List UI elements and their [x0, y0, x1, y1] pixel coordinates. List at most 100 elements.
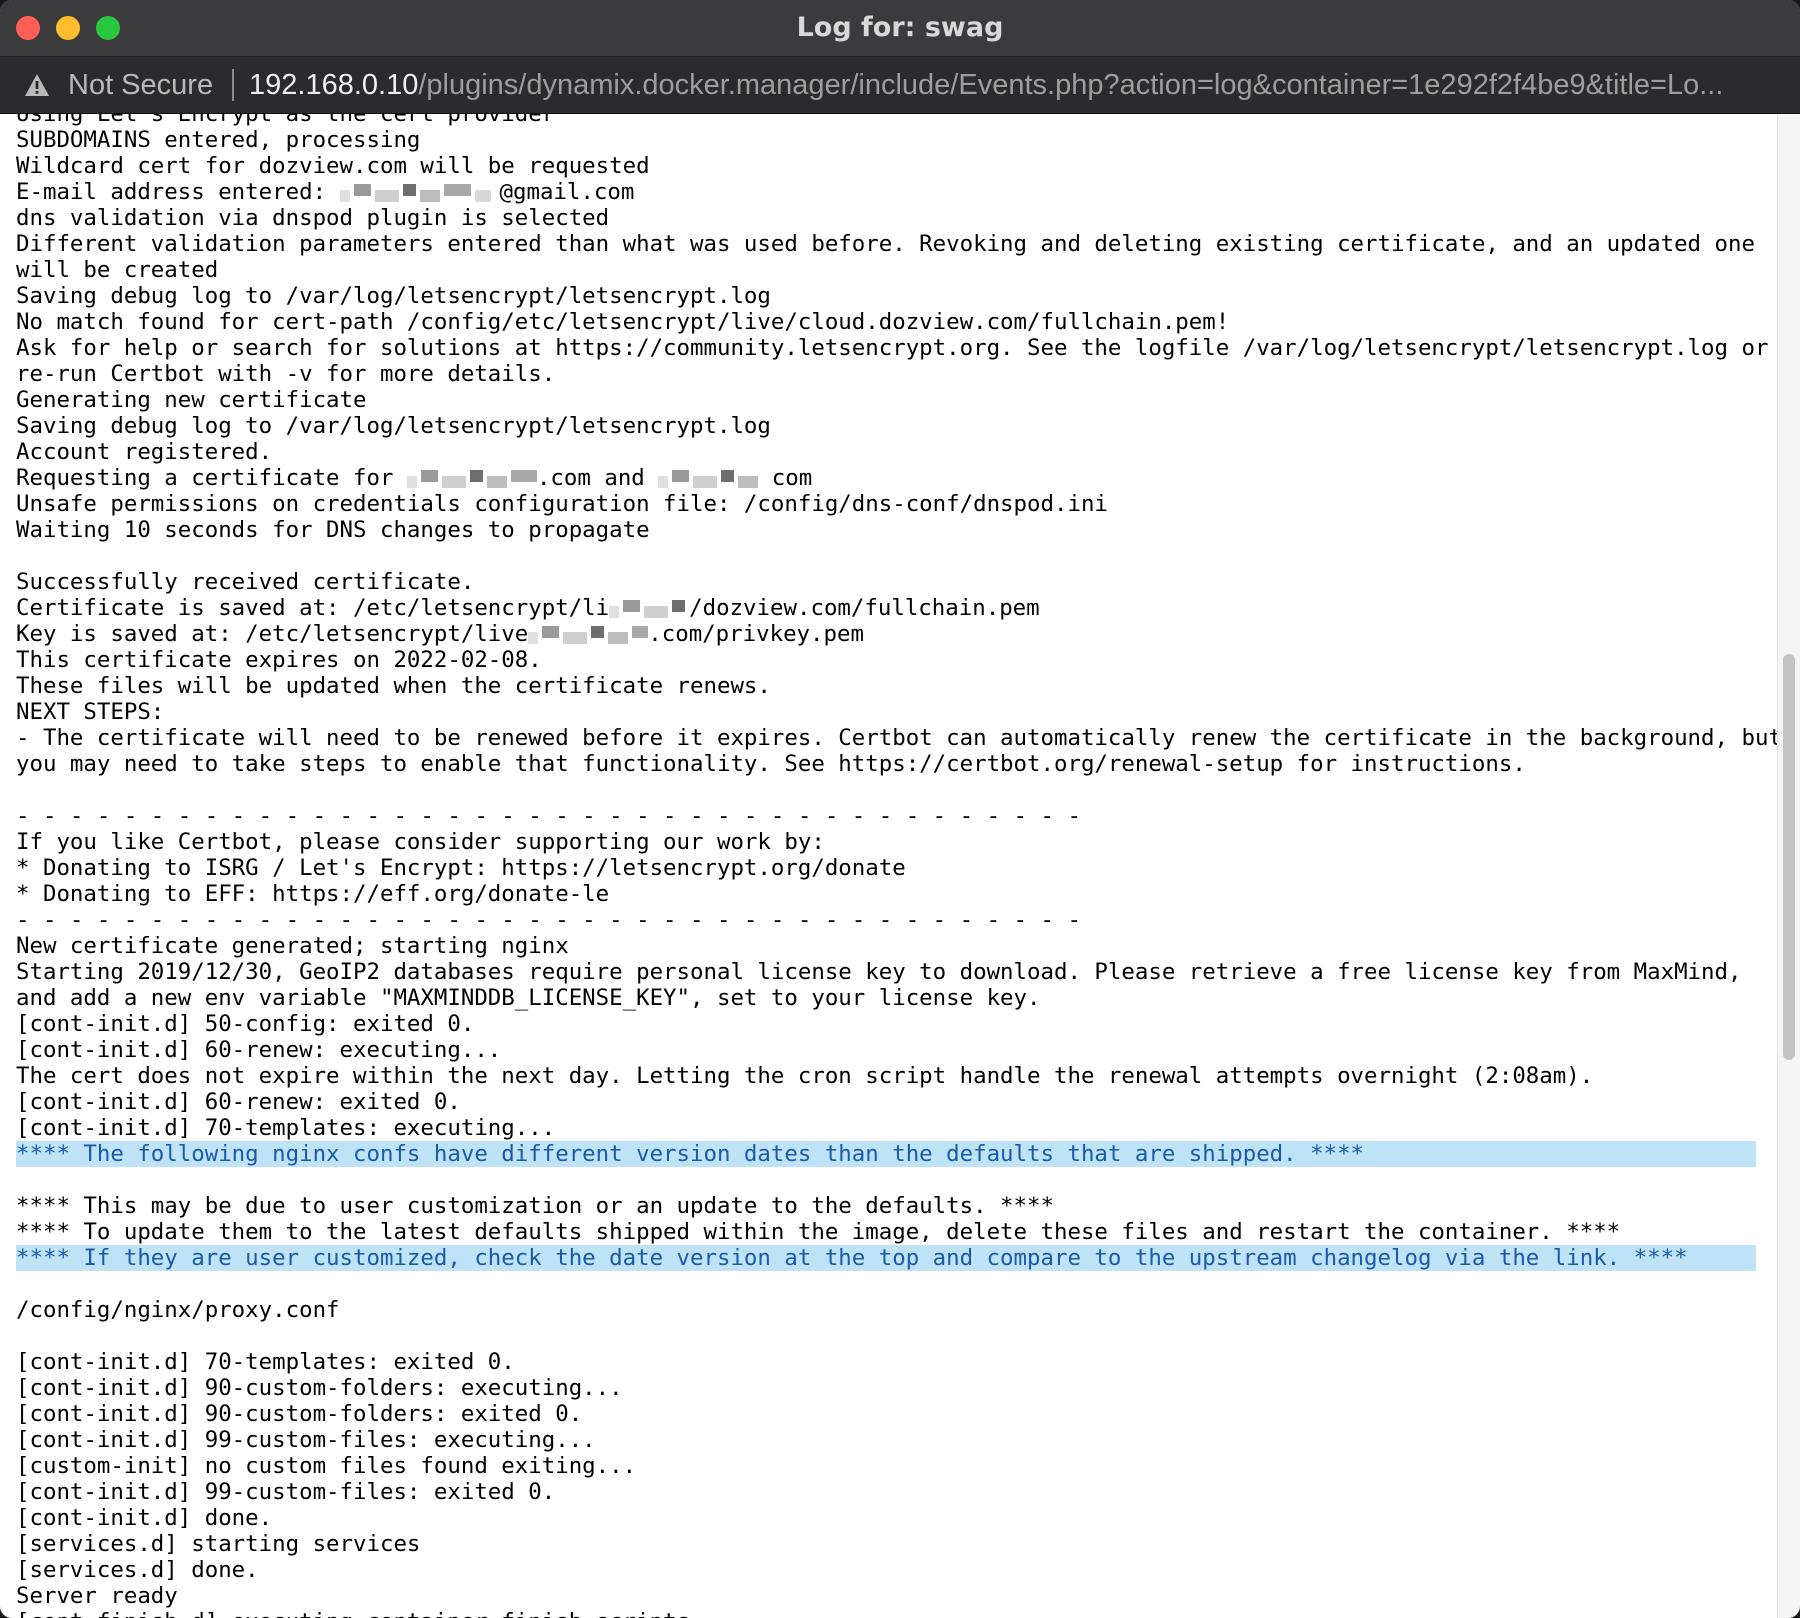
log-line-text: Saving debug log to /var/log/letsencrypt… — [16, 413, 771, 439]
log-line-text: - - - - - - - - - - - - - - - - - - - - … — [16, 803, 1081, 829]
log-line-text: [cont-init.d] 50-config: exited 0. — [16, 1011, 475, 1037]
log-line-text: Saving debug log to /var/log/letsencrypt… — [16, 283, 771, 309]
security-status-label[interactable]: Not Secure — [68, 57, 213, 113]
log-line-text: Successfully received certificate. — [16, 569, 475, 595]
warning-icon — [25, 74, 49, 96]
log-line-text: [services.d] done. — [16, 1557, 259, 1583]
log-line-text: Server ready — [16, 1583, 178, 1609]
log-line-highlighted: **** If they are user customized, check … — [16, 1245, 1756, 1271]
log-line: Generating new certificate — [16, 387, 1756, 413]
log-line-text: Waiting 10 seconds for DNS changes to pr… — [16, 517, 650, 543]
log-output: Using Let's Encrypt as the cert provider… — [16, 114, 1778, 1618]
log-line: **** This may be due to user customizati… — [16, 1193, 1756, 1219]
log-line-text: and add a new env variable "MAXMINDDB_LI… — [16, 985, 1041, 1011]
log-line: Server ready — [16, 1583, 1756, 1609]
log-line: dns validation via dnspod plugin is sele… — [16, 205, 1756, 231]
log-line: * Donating to EFF: https://eff.org/donat… — [16, 881, 1756, 907]
log-line-text: * Donating to ISRG / Let's Encrypt: http… — [16, 855, 906, 881]
log-line: Saving debug log to /var/log/letsencrypt… — [16, 413, 1756, 439]
log-line-text: Key is saved at: /etc/letsencrypt/live — [16, 621, 529, 647]
scrollbar-track[interactable] — [1777, 114, 1800, 1618]
redacted-text — [528, 624, 649, 646]
log-line: New certificate generated; starting ngin… — [16, 933, 1756, 959]
log-line-text: * Donating to EFF: https://eff.org/donat… — [16, 881, 610, 907]
address-bar[interactable]: Not Secure 192.168.0.10/plugins/dynamix.… — [0, 57, 1800, 114]
log-line: [cont-init.d] 99-custom-files: exited 0. — [16, 1479, 1756, 1505]
log-line-text: Account registered. — [16, 439, 273, 465]
log-line-text: [cont-init.d] done. — [16, 1505, 273, 1531]
browser-window: Log for: swag Not Secure 192.168.0.10/pl… — [0, 0, 1800, 1618]
log-line-text: [cont-init.d] 60-renew: exited 0. — [16, 1089, 461, 1115]
log-line: - - - - - - - - - - - - - - - - - - - - … — [16, 907, 1756, 933]
log-line-text: [cont-init.d] 60-renew: executing... — [16, 1037, 502, 1063]
title-bar: Log for: swag — [0, 0, 1800, 57]
log-line: Successfully received certificate. — [16, 569, 1756, 595]
log-line-text: Ask for help or search for solutions at … — [16, 335, 1769, 361]
redacted-text — [658, 468, 759, 490]
log-line-text: Unsafe permissions on credentials config… — [16, 491, 1108, 517]
log-line-suffix: .com/privkey.pem — [648, 621, 864, 647]
log-line-text: [cont-init.d] 99-custom-files: exited 0. — [16, 1479, 556, 1505]
log-line: No match found for cert-path /config/etc… — [16, 309, 1756, 335]
log-line: [cont-init.d] 60-renew: executing... — [16, 1037, 1756, 1063]
log-line: [cont-init.d] 90-custom-folders: executi… — [16, 1375, 1756, 1401]
log-line-text: Generating new certificate — [16, 387, 367, 413]
log-line: re-run Certbot with -v for more details. — [16, 361, 1756, 387]
log-line-text: dns validation via dnspod plugin is sele… — [16, 205, 610, 231]
scrollbar-thumb[interactable] — [1783, 654, 1795, 1060]
log-line-text: Different validation parameters entered … — [16, 231, 1755, 257]
log-line-text: **** The following nginx confs have diff… — [16, 1141, 1365, 1167]
log-line-text: E-mail address entered: — [16, 179, 340, 205]
window-title: Log for: swag — [796, 12, 1004, 43]
log-line: This certificate expires on 2022-02-08. — [16, 647, 1756, 673]
log-line: SUBDOMAINS entered, processing — [16, 127, 1756, 153]
log-line: The cert does not expire within the next… — [16, 1063, 1756, 1089]
log-line: E-mail address entered: @gmail.com — [16, 179, 1756, 205]
redacted-text — [406, 468, 537, 490]
url-text[interactable]: 192.168.0.10/plugins/dynamix.docker.mana… — [249, 57, 1789, 113]
log-line-text: re-run Certbot with -v for more details. — [16, 361, 556, 387]
log-line-text: [services.d] starting services — [16, 1531, 421, 1557]
log-line: Wildcard cert for dozview.com will be re… — [16, 153, 1756, 179]
log-line: Account registered. — [16, 439, 1756, 465]
log-line: [services.d] done. — [16, 1557, 1756, 1583]
log-line-text: Certificate is saved at: /etc/letsencryp… — [16, 595, 610, 621]
log-line-text: This certificate expires on 2022-02-08. — [16, 647, 542, 673]
log-line-text: you may need to take steps to enable tha… — [16, 751, 1526, 777]
log-line: Ask for help or search for solutions at … — [16, 335, 1768, 361]
log-line-text: - The certificate will need to be renewe… — [16, 725, 1778, 751]
log-line: Starting 2019/12/30, GeoIP2 databases re… — [16, 959, 1756, 985]
log-line-text: will be created — [16, 257, 219, 283]
log-line-text: [cont-init.d] 70-templates: executing... — [16, 1115, 556, 1141]
log-line: /config/nginx/proxy.conf — [16, 1297, 1756, 1323]
log-line: **** To update them to the latest defaul… — [16, 1219, 1756, 1245]
log-line: Using Let's Encrypt as the cert provider — [16, 114, 1756, 127]
log-line-text: [custom-init] no custom files found exit… — [16, 1453, 637, 1479]
log-line: you may need to take steps to enable tha… — [16, 751, 1756, 777]
log-line: If you like Certbot, please consider sup… — [16, 829, 1756, 855]
address-divider — [232, 69, 234, 101]
log-line: [cont-init.d] 70-templates: exited 0. — [16, 1349, 1756, 1375]
log-line: - - - - - - - - - - - - - - - - - - - - … — [16, 803, 1756, 829]
log-line-suffix: /dozview.com/fullchain.pem — [689, 595, 1040, 621]
log-line-text: These files will be updated when the cer… — [16, 673, 771, 699]
log-line-text: No match found for cert-path /config/etc… — [16, 309, 1230, 335]
log-line: * Donating to ISRG / Let's Encrypt: http… — [16, 855, 1756, 881]
log-line: Certificate is saved at: /etc/letsencryp… — [16, 595, 1756, 621]
log-line-text: Using Let's Encrypt as the cert provider — [16, 114, 556, 127]
log-line: [custom-init] no custom files found exit… — [16, 1453, 1756, 1479]
log-line: [cont-init.d] 60-renew: exited 0. — [16, 1089, 1756, 1115]
log-line: Requesting a certificate for .com and co… — [16, 465, 1756, 491]
log-line: [services.d] starting services — [16, 1531, 1756, 1557]
log-line-text: The cert does not expire within the next… — [16, 1063, 1594, 1089]
log-viewer[interactable]: Using Let's Encrypt as the cert provider… — [0, 114, 1778, 1618]
log-line-text: If you like Certbot, please consider sup… — [16, 829, 825, 855]
log-line-text: Wildcard cert for dozview.com will be re… — [16, 153, 650, 179]
redacted-text — [609, 598, 689, 620]
url-host: 192.168.0.10 — [249, 69, 419, 101]
log-line: [cont-init.d] done. — [16, 1505, 1756, 1531]
